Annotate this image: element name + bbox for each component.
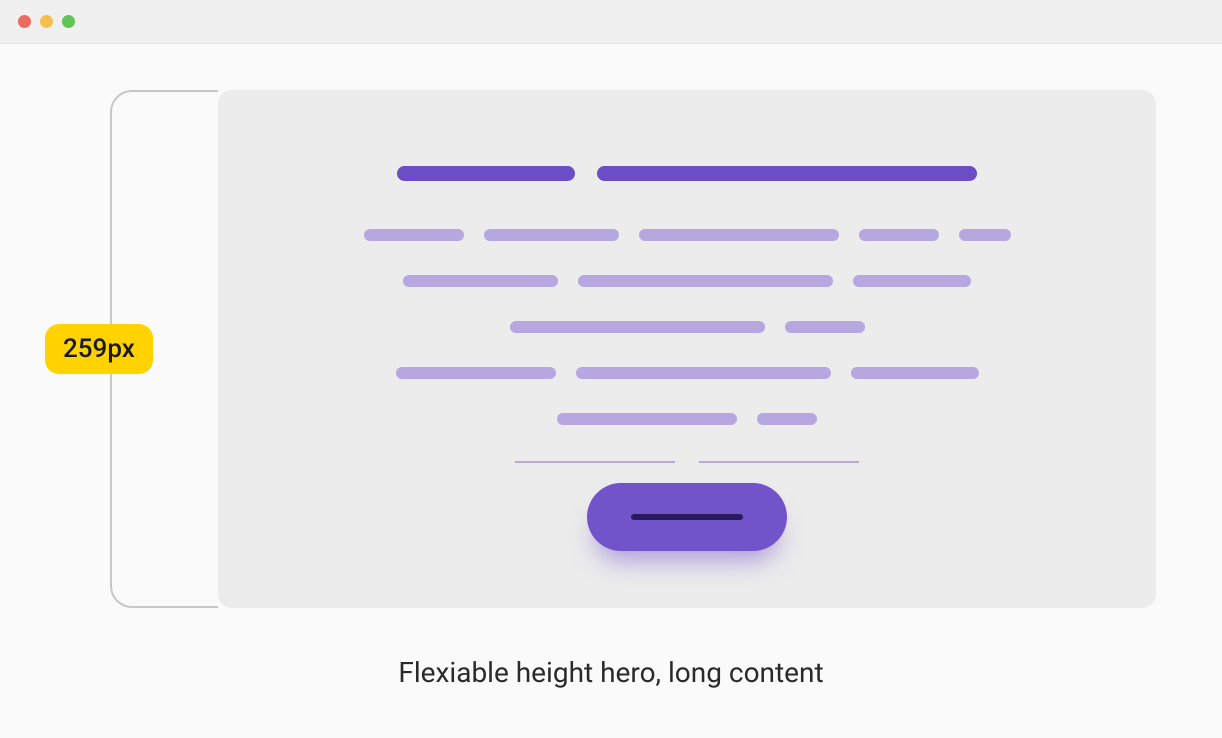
body-bar xyxy=(396,367,556,379)
hero-card xyxy=(218,90,1156,608)
minimize-icon[interactable] xyxy=(40,15,53,28)
window-titlebar xyxy=(0,0,1222,44)
zoom-icon[interactable] xyxy=(62,15,75,28)
body-row xyxy=(396,367,979,379)
body-bar xyxy=(510,321,765,333)
headline-bar xyxy=(397,166,575,181)
body-bar xyxy=(639,229,839,241)
body-placeholder-rows xyxy=(364,229,1011,425)
body-bar xyxy=(403,275,558,287)
body-bar xyxy=(859,229,939,241)
body-bar xyxy=(959,229,1011,241)
ruler-label: 259px xyxy=(45,324,153,374)
headline-placeholder xyxy=(397,166,977,181)
body-bar xyxy=(757,413,817,425)
close-icon[interactable] xyxy=(18,15,31,28)
cta-button[interactable] xyxy=(587,483,787,551)
body-row xyxy=(364,229,1011,241)
height-ruler: 259px xyxy=(100,90,220,608)
body-bar xyxy=(785,321,865,333)
diagram-stage: 259px Flexiable height hero, long conten… xyxy=(0,44,1222,738)
thin-bar xyxy=(515,461,675,463)
thin-bar xyxy=(699,461,859,463)
divider-row xyxy=(515,461,859,463)
body-row xyxy=(510,321,865,333)
body-bar xyxy=(853,275,971,287)
body-bar xyxy=(576,367,831,379)
body-bar xyxy=(557,413,737,425)
headline-bar xyxy=(597,166,977,181)
body-bar xyxy=(578,275,833,287)
figure-caption: Flexiable height hero, long content xyxy=(0,656,1222,689)
body-row xyxy=(557,413,817,425)
body-bar xyxy=(484,229,619,241)
body-bar xyxy=(364,229,464,241)
cta-label-placeholder xyxy=(631,514,743,520)
body-bar xyxy=(851,367,979,379)
body-row xyxy=(403,275,971,287)
